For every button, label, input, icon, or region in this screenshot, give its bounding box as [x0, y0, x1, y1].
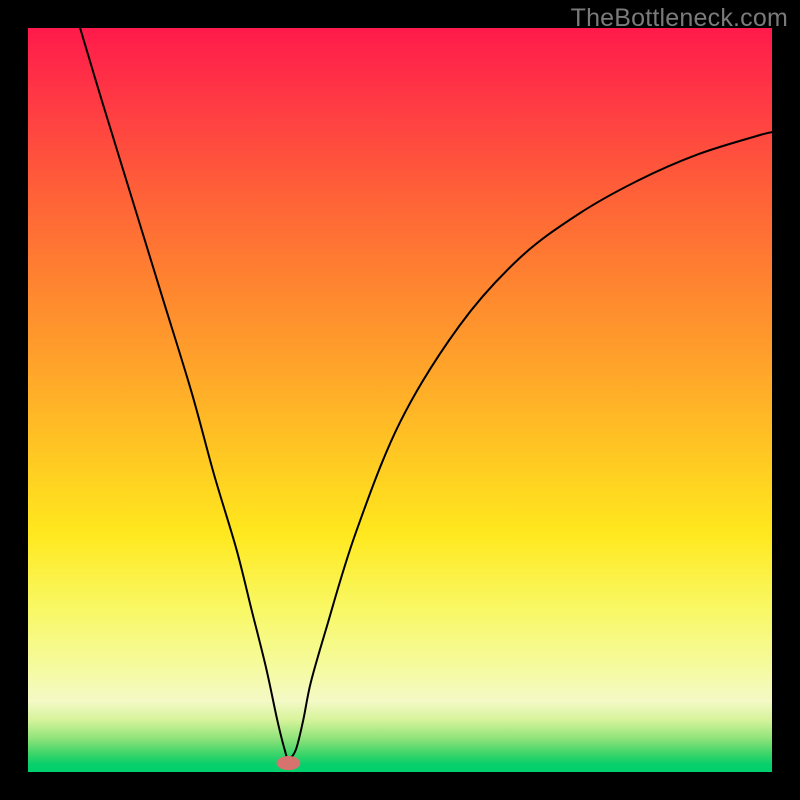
bottleneck-chart [28, 28, 772, 772]
outer-frame: TheBottleneck.com [0, 0, 800, 800]
minimum-marker [276, 756, 300, 770]
plot-area [28, 28, 772, 772]
gradient-background [28, 28, 772, 772]
